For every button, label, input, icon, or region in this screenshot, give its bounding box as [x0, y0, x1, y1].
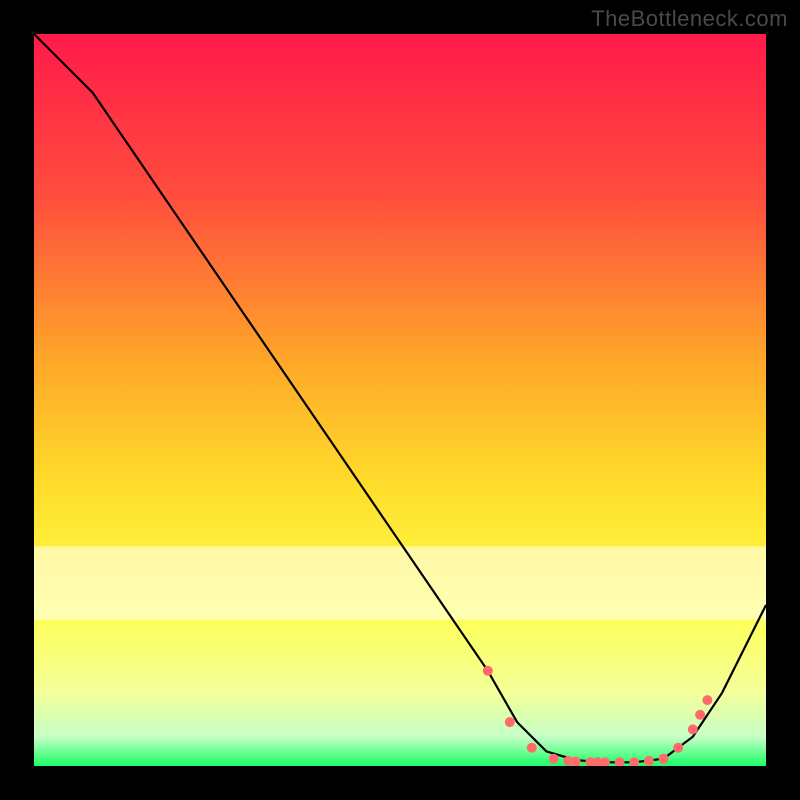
marker-point — [688, 724, 698, 734]
marker-point — [549, 754, 559, 764]
marker-point — [659, 754, 669, 764]
marker-point — [673, 743, 683, 753]
marker-point — [483, 666, 493, 676]
gradient-background — [34, 34, 766, 766]
white-band — [34, 546, 766, 619]
watermark-text: TheBottleneck.com — [591, 6, 788, 32]
chart-svg — [34, 34, 766, 766]
marker-point — [527, 743, 537, 753]
marker-point — [644, 756, 654, 766]
plot-area — [34, 34, 766, 766]
marker-point — [702, 695, 712, 705]
marker-point — [695, 710, 705, 720]
marker-point — [505, 717, 515, 727]
chart-container: TheBottleneck.com — [0, 0, 800, 800]
